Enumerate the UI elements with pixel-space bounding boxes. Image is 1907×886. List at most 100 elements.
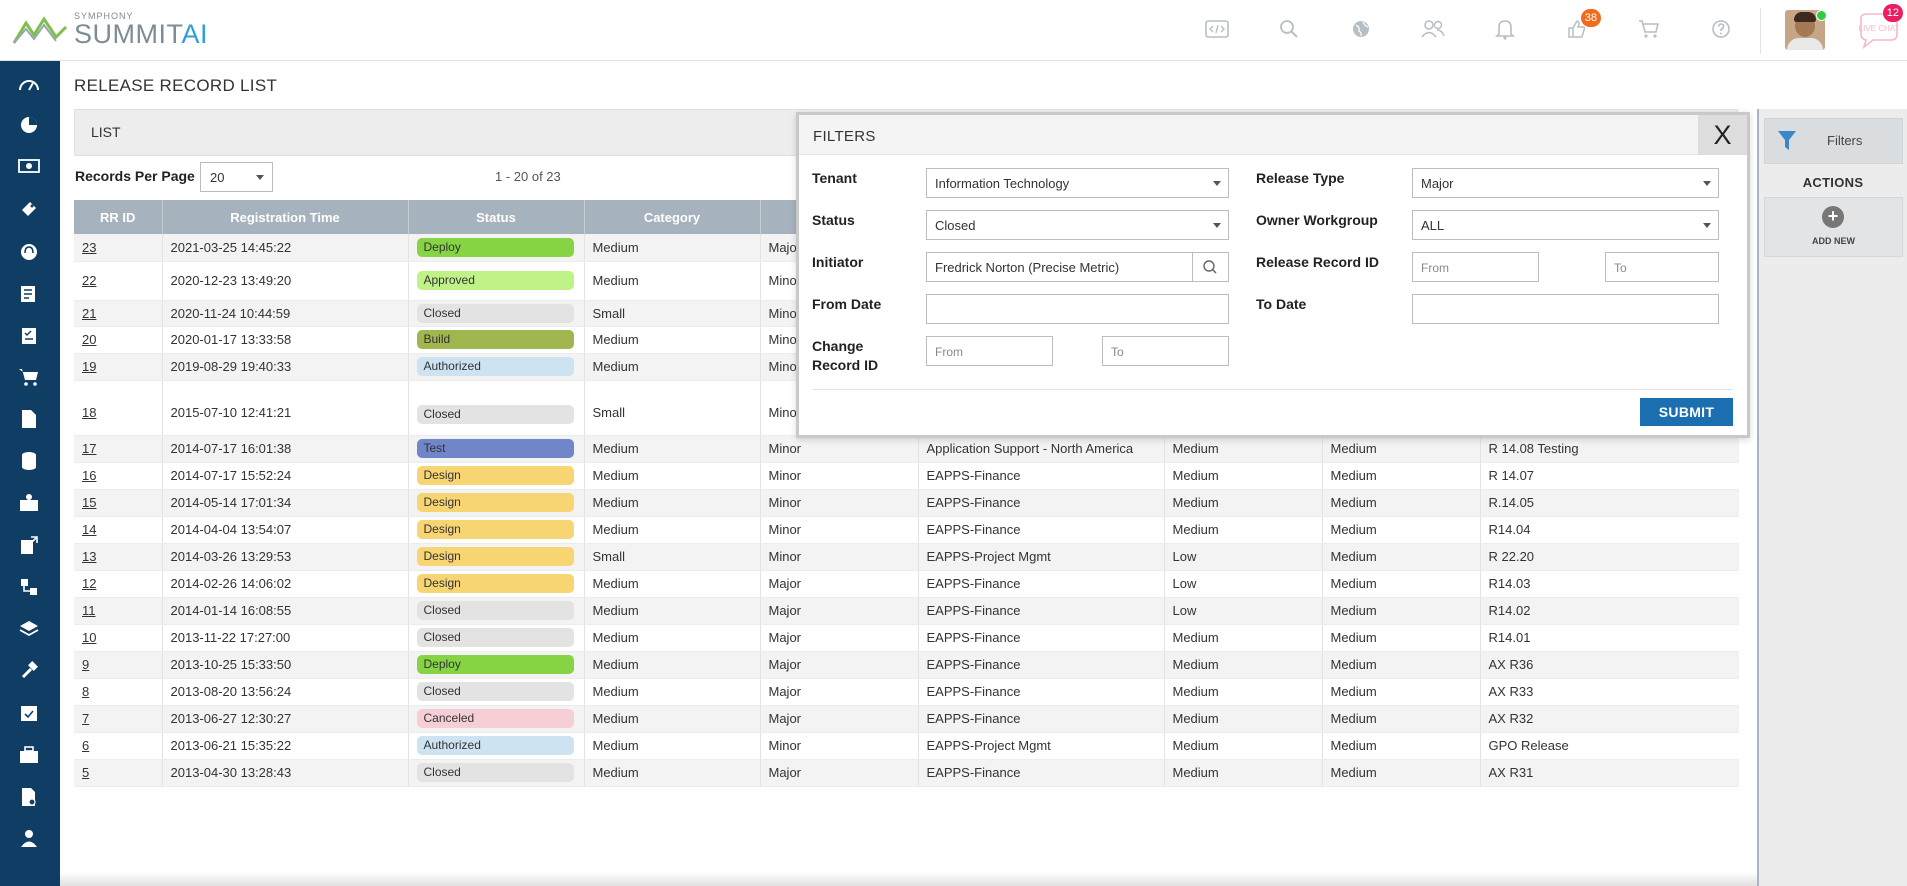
users-icon[interactable]	[1420, 16, 1446, 42]
stack-icon[interactable]	[16, 618, 42, 640]
top-header: SYMPHONY SUMMITAI 38 LIVE CHAT 12	[0, 0, 1907, 61]
edit-list-icon[interactable]	[16, 283, 42, 305]
registration-time-cell: 2014-07-17 15:52:24	[162, 462, 409, 490]
table-row[interactable]: 17 2014-07-17 16:01:38 Test Medium Minor Appl…	[74, 435, 1739, 463]
rr-id-link[interactable]: 17	[82, 441, 96, 456]
dashboard-icon[interactable]	[16, 73, 42, 95]
table-row[interactable]: 10 2013-11-22 17:27:00 Closed Medium Major EA…	[74, 624, 1739, 652]
live-chat-icon[interactable]: LIVE CHAT 12	[1855, 4, 1903, 50]
rr-id-link[interactable]: 12	[82, 576, 96, 591]
table-row[interactable]: 9 2013-10-25 15:33:50 Deploy Medium Major EAP…	[74, 651, 1739, 679]
column-header[interactable]: Category	[584, 200, 761, 234]
registration-time-cell: 2014-04-04 13:54:07	[162, 516, 409, 544]
tenant-select[interactable]: Information Technology	[926, 168, 1229, 198]
table-row[interactable]: 11 2014-01-14 16:08:55 Closed Medium Major EA…	[74, 597, 1739, 625]
flowchart-icon[interactable]	[16, 576, 42, 598]
toolbox-icon[interactable]	[16, 744, 42, 766]
calendar-check-icon[interactable]	[16, 702, 42, 724]
column-header[interactable]: RR ID	[74, 200, 163, 234]
search-icon[interactable]	[1276, 16, 1302, 42]
globe-icon[interactable]	[1348, 16, 1374, 42]
column-header[interactable]: Status	[408, 200, 585, 234]
filters-button[interactable]: Filters	[1764, 118, 1903, 164]
rr-id-link[interactable]: 23	[82, 240, 96, 255]
help-icon[interactable]	[1708, 16, 1734, 42]
rr-id-link[interactable]: 14	[82, 522, 96, 537]
policy-doc-icon[interactable]	[16, 786, 42, 808]
rr-id-link[interactable]: 19	[82, 359, 96, 374]
registration-time-cell: 2013-04-30 13:28:43	[162, 759, 409, 787]
workgroup-cell: EAPPS-Finance	[918, 570, 1165, 598]
category-cell: Medium	[584, 435, 761, 463]
briefcase-user-icon[interactable]	[16, 492, 42, 514]
checklist-icon[interactable]	[16, 325, 42, 347]
change-record-id-from-input[interactable]: From	[926, 336, 1053, 366]
rr-id-link[interactable]: 6	[82, 738, 89, 753]
money-icon[interactable]	[16, 155, 42, 177]
document-icon[interactable]	[16, 408, 42, 430]
records-per-page-select[interactable]: 20	[200, 162, 273, 192]
table-row[interactable]: 7 2013-06-27 12:30:27 Canceled Medium Major E…	[74, 705, 1739, 733]
rr-id-link[interactable]: 16	[82, 468, 96, 483]
rr-id-link[interactable]: 22	[82, 273, 96, 288]
headset-icon[interactable]	[16, 241, 42, 263]
ticket-icon[interactable]	[16, 198, 42, 220]
code-icon[interactable]	[1204, 16, 1230, 42]
rr-id-link[interactable]: 21	[82, 306, 96, 321]
change-record-id-to-input[interactable]: To	[1102, 336, 1229, 366]
rr-id-cell: 5	[74, 759, 163, 787]
close-button[interactable]: X	[1698, 115, 1747, 155]
table-row[interactable]: 15 2014-05-14 17:01:34 Design Medium Minor EA…	[74, 489, 1739, 517]
rr-id-link[interactable]: 8	[82, 684, 89, 699]
table-row[interactable]: 5 2013-04-30 13:28:43 Closed Medium Major EAP…	[74, 759, 1739, 787]
release-record-id-from-input[interactable]: From	[1412, 252, 1539, 282]
column-header[interactable]: Registration Time	[162, 200, 409, 234]
rr-id-link[interactable]: 20	[82, 332, 96, 347]
bell-icon[interactable]	[1492, 16, 1518, 42]
registration-time-cell: 2019-08-29 19:40:33	[162, 353, 409, 381]
rr-id-link[interactable]: 5	[82, 765, 89, 780]
tenant-label: Tenant	[812, 170, 857, 186]
impact-cell: Medium	[1164, 732, 1323, 760]
table-row[interactable]: 13 2014-03-26 13:29:53 Design Small Minor EAP…	[74, 543, 1739, 571]
rr-id-link[interactable]: 10	[82, 630, 96, 645]
workgroup-cell: EAPPS-Finance	[918, 597, 1165, 625]
rr-id-link[interactable]: 15	[82, 495, 96, 510]
rr-id-link[interactable]: 11	[82, 603, 96, 618]
table-row[interactable]: 6 2013-06-21 15:35:22 Authorized Medium Mino…	[74, 732, 1739, 760]
user-icon[interactable]	[16, 827, 42, 849]
rr-id-link[interactable]: 7	[82, 711, 89, 726]
rr-id-link[interactable]: 9	[82, 657, 89, 672]
table-row[interactable]: 8 2013-08-20 13:56:24 Closed Medium Major EAP…	[74, 678, 1739, 706]
status-select[interactable]: Closed	[926, 210, 1229, 240]
database-icon[interactable]	[16, 450, 42, 472]
table-row[interactable]: 14 2014-04-04 13:54:07 Design Medium Minor EA…	[74, 516, 1739, 544]
rr-id-link[interactable]: 18	[82, 405, 96, 420]
from-date-input[interactable]	[926, 294, 1229, 324]
pie-chart-icon[interactable]	[16, 114, 42, 136]
logo[interactable]: SYMPHONY SUMMITAI	[12, 12, 208, 48]
title-cell: GPO Release	[1480, 732, 1739, 760]
owner-workgroup-select[interactable]: ALL	[1412, 210, 1719, 240]
cart-icon[interactable]	[1636, 16, 1662, 42]
release-record-id-to-input[interactable]: To	[1605, 252, 1719, 282]
sidebar-cart-icon[interactable]	[16, 366, 42, 388]
urgency-cell: Medium	[1322, 570, 1481, 598]
status-badge: Deploy	[416, 655, 574, 674]
rr-id-link[interactable]: 13	[82, 549, 96, 564]
release-type-label: Release Type	[1256, 170, 1345, 186]
share-doc-icon[interactable]	[16, 534, 42, 556]
to-date-input[interactable]	[1412, 294, 1719, 324]
thumbs-up-icon[interactable]: 38	[1564, 9, 1601, 42]
hammer-icon[interactable]	[16, 660, 42, 682]
impact-cell: Medium	[1164, 759, 1323, 787]
submit-button[interactable]: SUBMIT	[1640, 398, 1733, 426]
release-type-select[interactable]: Major	[1412, 168, 1719, 198]
table-row[interactable]: 12 2014-02-26 14:06:02 Design Medium Major EA…	[74, 570, 1739, 598]
status-label: Status	[812, 212, 855, 228]
right-panel: Filters ACTIONS + ADD NEW	[1757, 109, 1907, 886]
table-row[interactable]: 16 2014-07-17 15:52:24 Design Medium Minor EA…	[74, 462, 1739, 490]
initiator-input[interactable]: Fredrick Norton (Precise Metric)	[926, 252, 1193, 282]
initiator-search-button[interactable]	[1192, 252, 1229, 282]
add-new-button[interactable]: + ADD NEW	[1764, 197, 1903, 257]
